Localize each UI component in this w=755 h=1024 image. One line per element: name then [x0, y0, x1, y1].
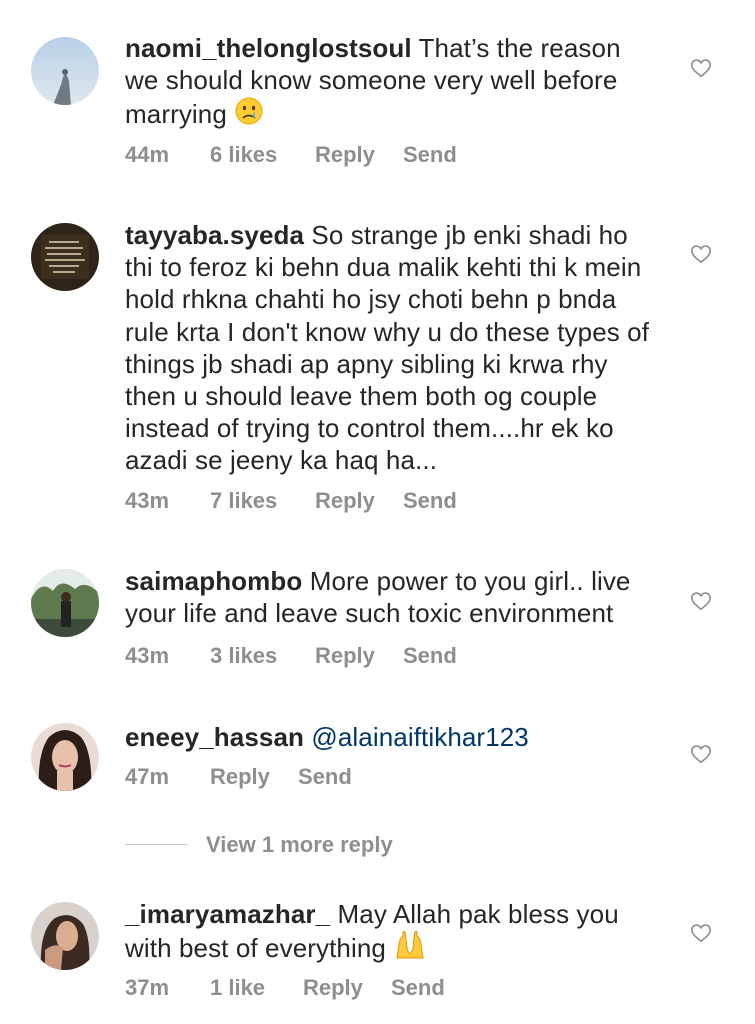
- comment-item: _imaryamazhar_ May Allah pak bless you w…: [0, 870, 755, 1024]
- avatar[interactable]: [31, 223, 99, 291]
- comment-time: 37m: [125, 975, 170, 1000]
- comment-text: eneey_hassan @alainaiftikhar123: [125, 721, 660, 753]
- view-more-replies[interactable]: View 1 more reply: [125, 830, 425, 860]
- heart-outline-icon[interactable]: [690, 922, 712, 944]
- comment-text: saimaphombo More power to you girl.. liv…: [125, 565, 660, 629]
- avatar[interactable]: [31, 723, 99, 791]
- comment-time: 43m: [125, 643, 170, 668]
- reply-button[interactable]: Reply: [315, 641, 375, 671]
- heart-outline-icon[interactable]: [690, 57, 712, 79]
- crying-face-icon: [234, 96, 264, 133]
- like-count[interactable]: 3 likes: [210, 641, 277, 671]
- heart-outline-icon[interactable]: [690, 743, 712, 765]
- comment-time: 47m: [125, 764, 170, 789]
- comment-item: tayyaba.syeda So strange jb enki shadi h…: [0, 190, 755, 535]
- mention-link[interactable]: @alainaiftikhar123: [311, 722, 529, 752]
- reply-button[interactable]: Reply: [315, 140, 375, 170]
- view-more-replies-label[interactable]: View 1 more reply: [206, 830, 393, 860]
- heart-outline-icon[interactable]: [690, 590, 712, 612]
- heart-outline-icon[interactable]: [690, 243, 712, 265]
- username[interactable]: tayyaba.syeda: [125, 220, 304, 250]
- username[interactable]: naomi_thelonglostsoul: [125, 33, 412, 63]
- like-count[interactable]: 1 like: [210, 973, 265, 1003]
- comment-item: naomi_thelonglostsoul That’s the reason …: [0, 0, 755, 190]
- comment-time: 43m: [125, 488, 170, 513]
- reply-button[interactable]: Reply: [315, 486, 375, 516]
- username[interactable]: _imaryamazhar_: [125, 899, 330, 929]
- avatar[interactable]: [31, 902, 99, 970]
- username[interactable]: saimaphombo: [125, 566, 302, 596]
- avatar[interactable]: [31, 37, 99, 105]
- send-button[interactable]: Send: [403, 641, 457, 671]
- praying-hands-icon: [393, 930, 427, 967]
- comment-item: eneey_hassan @alainaiftikhar123 47m Repl…: [0, 705, 755, 820]
- reply-button[interactable]: Reply: [210, 762, 270, 792]
- send-button[interactable]: Send: [403, 140, 457, 170]
- send-button[interactable]: Send: [298, 762, 352, 792]
- reply-button[interactable]: Reply: [303, 973, 363, 1003]
- comment-text: naomi_thelonglostsoul That’s the reason …: [125, 32, 660, 134]
- send-button[interactable]: Send: [403, 486, 457, 516]
- like-count[interactable]: 6 likes: [210, 140, 277, 170]
- send-button[interactable]: Send: [391, 973, 445, 1003]
- comment-time: 44m: [125, 142, 170, 167]
- comment-text: tayyaba.syeda So strange jb enki shadi h…: [125, 219, 660, 477]
- avatar[interactable]: [31, 569, 99, 637]
- comment-text: _imaryamazhar_ May Allah pak bless you w…: [125, 898, 660, 967]
- divider-line: [125, 844, 188, 845]
- username[interactable]: eneey_hassan: [125, 722, 304, 752]
- comment-content: So strange jb enki shadi ho thi to feroz…: [125, 220, 650, 476]
- like-count[interactable]: 7 likes: [210, 486, 277, 516]
- comment-item: saimaphombo More power to you girl.. liv…: [0, 535, 755, 705]
